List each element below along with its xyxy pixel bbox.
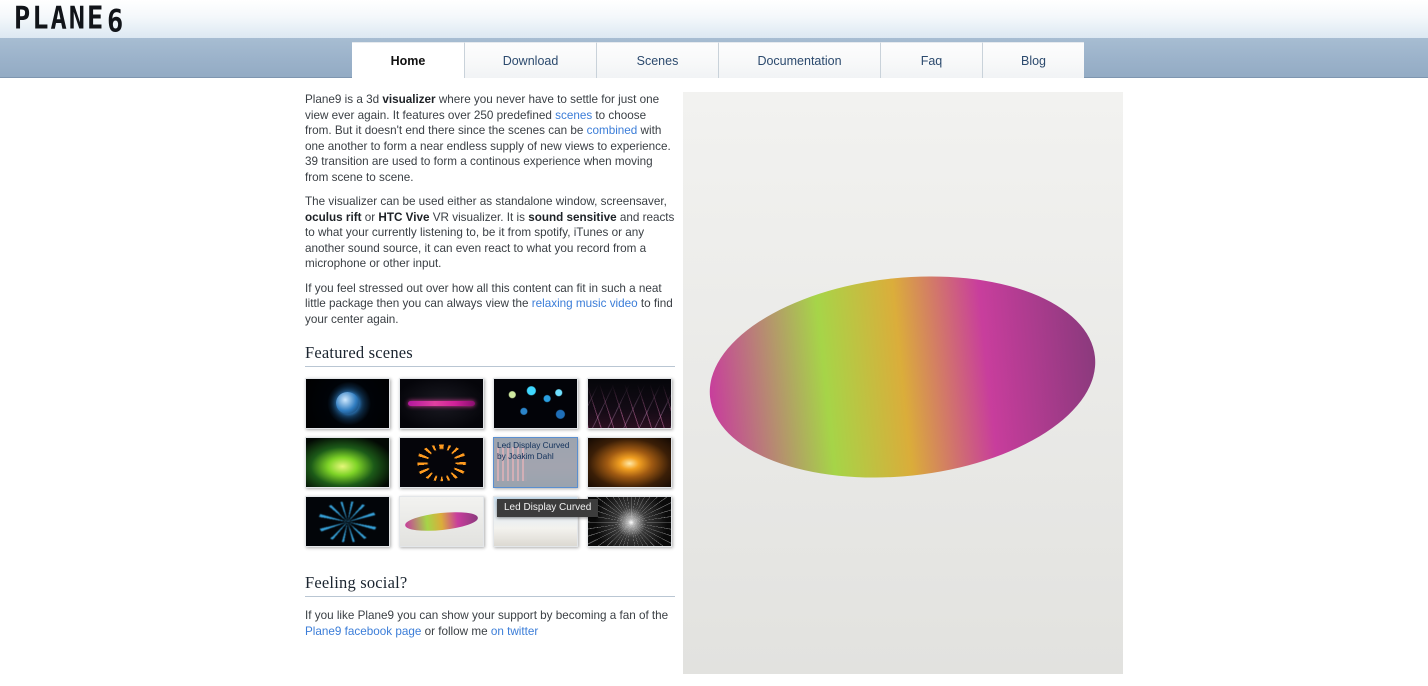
scene-art-star-burst: [588, 497, 671, 546]
intro-p2-c: or: [361, 210, 379, 224]
scene-hover-overlay: Led Display Curved by Joakim Dahl: [494, 438, 577, 487]
intro-p1-a: Plane9 is a 3d: [305, 93, 383, 106]
scene-thumb-led-display-curved[interactable]: Led Display Curved by Joakim Dahl: [493, 437, 578, 488]
featured-scenes-heading: Featured scenes: [305, 343, 675, 367]
nav-tab-list: Home Download Scenes Documentation Faq B…: [352, 42, 1084, 78]
link-facebook-page[interactable]: Plane9 facebook page: [305, 625, 421, 638]
intro-paragraph-2: The visualizer can be used either as sta…: [305, 194, 675, 272]
tab-home[interactable]: Home: [352, 42, 464, 78]
scene-art-pink-stream: [400, 379, 483, 428]
scene-hover-author: by Joakim Dahl: [497, 451, 554, 461]
featured-scenes-grid: Led Display Curved by Joakim Dahl: [305, 378, 675, 547]
main-navigation: Home Download Scenes Documentation Faq B…: [0, 38, 1428, 78]
intro-p1-bold: visualizer: [382, 93, 436, 106]
intro-p2-e: VR visualizer. It is: [429, 210, 529, 224]
tab-blog[interactable]: Blog: [982, 42, 1084, 78]
scene-thumb[interactable]: [305, 496, 390, 547]
scene-art-dna-strand: [400, 497, 483, 546]
scene-thumb[interactable]: [305, 378, 390, 429]
top-viewed-thumb[interactable]: [683, 92, 1123, 674]
scene-art-gold-orb: [588, 438, 671, 487]
logo-text: PLANE: [14, 1, 106, 37]
scene-thumb[interactable]: [493, 378, 578, 429]
intro-p2-sound: sound sensitive: [528, 210, 617, 224]
link-scenes[interactable]: scenes: [555, 109, 592, 122]
intro-p2-oculus: oculus rift: [305, 210, 362, 224]
intro-p2-a: The visualizer can be used either as sta…: [305, 195, 667, 208]
link-relaxing-music-video[interactable]: relaxing music video: [532, 297, 638, 310]
tab-blog-label: Blog: [1020, 53, 1047, 68]
left-column: Plane9 is a 3d visualizer where you neve…: [305, 92, 675, 639]
social-heading: Feeling social?: [305, 573, 675, 597]
scene-tooltip: Led Display Curved: [497, 499, 599, 517]
scene-art-blue-flower: [306, 497, 389, 546]
social-section: Feeling social? If you like Plane9 you c…: [305, 573, 675, 639]
site-logo[interactable]: PLANE9: [14, 1, 124, 37]
page-body: Plane9 is a 3d visualizer where you neve…: [0, 78, 1428, 686]
scene-art-green-glow: [306, 438, 389, 487]
tab-download-label: Download: [502, 53, 559, 68]
top-viewed-grid: [683, 92, 1123, 674]
intro-p2-vive: HTC Vive: [378, 210, 430, 224]
intro-paragraph-3: If you feel stressed out over how all th…: [305, 281, 675, 328]
scene-art-fire-ring: [400, 438, 483, 487]
tab-scenes[interactable]: Scenes: [596, 42, 718, 78]
scene-thumb[interactable]: [587, 437, 672, 488]
top-viewed-section: Top viewed scenes: [683, 92, 1123, 674]
tab-faq-label: Faq: [920, 53, 943, 68]
intro-paragraph-1: Plane9 is a 3d visualizer where you neve…: [305, 92, 675, 185]
social-text-a: If you like Plane9 you can show your sup…: [305, 609, 669, 622]
logo-nine: 9: [105, 1, 124, 37]
scene-art-bokeh-lights: [494, 379, 577, 428]
scene-thumb[interactable]: [399, 437, 484, 488]
intro-text: Plane9 is a 3d visualizer where you neve…: [305, 92, 675, 327]
tab-scenes-label: Scenes: [636, 53, 679, 68]
scene-thumb[interactable]: [399, 378, 484, 429]
tab-documentation-label: Documentation: [757, 53, 842, 68]
scene-hover-title: Led Display Curved: [497, 440, 570, 450]
scene-thumb[interactable]: [305, 437, 390, 488]
featured-scenes-section: Featured scenes Led Display Curved by Jo…: [305, 343, 675, 547]
tab-home-label: Home: [390, 53, 426, 68]
scene-art-grid-city: [588, 379, 671, 428]
scene-thumb[interactable]: [399, 496, 484, 547]
scene-art-earth: [306, 379, 389, 428]
link-combined[interactable]: combined: [587, 124, 638, 137]
social-text-b: or follow me: [421, 624, 491, 638]
tab-download[interactable]: Download: [464, 42, 596, 78]
tab-faq[interactable]: Faq: [880, 42, 982, 78]
social-text: If you like Plane9 you can show your sup…: [305, 608, 675, 639]
scene-thumb[interactable]: [587, 378, 672, 429]
scene-thumb[interactable]: [587, 496, 672, 547]
right-column: Plane9 v2.4 🕑 Watch later ➤ Share Watch …: [683, 92, 1123, 674]
scene-art-dna-strand: [683, 92, 1123, 674]
link-twitter[interactable]: on twitter: [491, 625, 538, 638]
site-header: PLANE9: [0, 0, 1428, 38]
tab-documentation[interactable]: Documentation: [718, 42, 880, 78]
